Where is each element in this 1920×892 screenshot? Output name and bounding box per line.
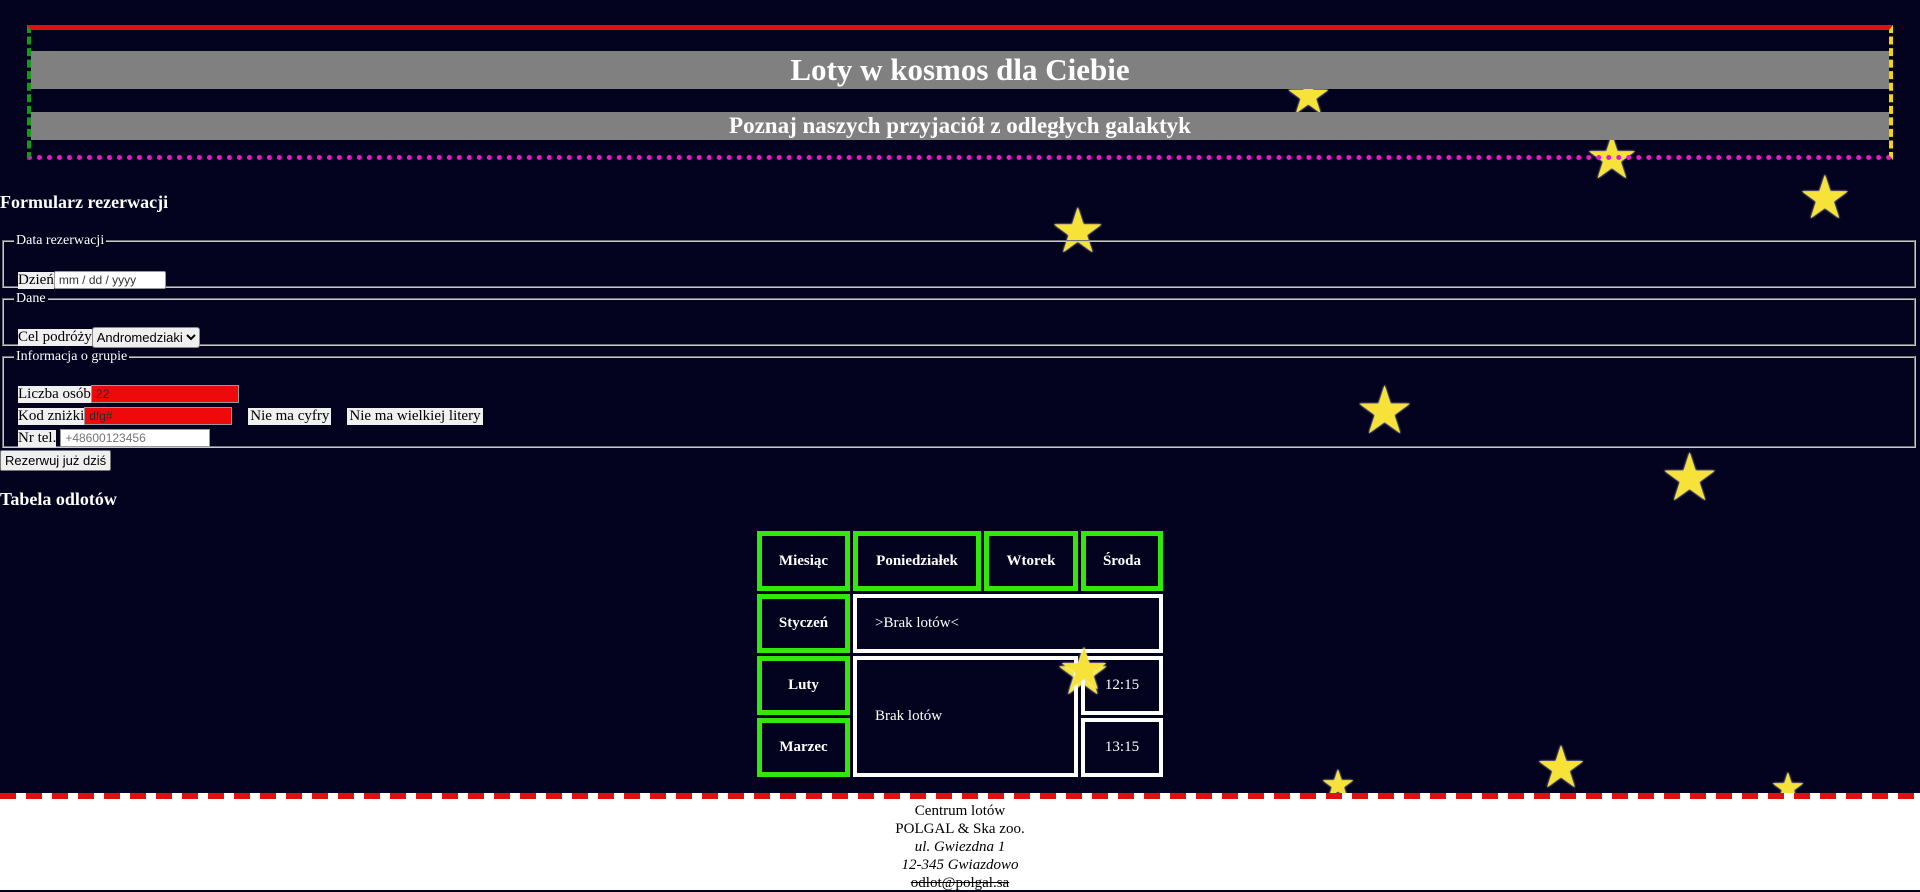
table-cell: Brak lotów xyxy=(853,656,1078,777)
footer-city: 12-345 Gwiazdowo xyxy=(901,857,1019,873)
footer-company-name: POLGAL & Ska zoo. xyxy=(895,821,1025,837)
fieldset-date-legend: Data rezerwacji xyxy=(16,233,105,248)
fieldset-group-legend: Informacja o grupie xyxy=(16,349,128,364)
star-icon: ★ xyxy=(1660,439,1720,516)
star-icon: ★ xyxy=(1535,733,1587,801)
destination-label: Cel podróży xyxy=(18,329,92,346)
phone-input[interactable] xyxy=(60,429,211,447)
people-input[interactable] xyxy=(90,385,239,403)
code-error-digit: Nie ma cyfry xyxy=(248,407,332,425)
table-header-tuesday: Wtorek xyxy=(984,531,1078,591)
page-subtitle: Poznaj naszych przyjaciół z odległych ga… xyxy=(31,112,1889,140)
table-row-month: Marzec xyxy=(757,718,850,777)
table-header-month: Miesiąc xyxy=(757,531,850,591)
fieldset-data-legend: Dane xyxy=(16,291,46,306)
footer-company: Centrum lotów xyxy=(914,803,1006,819)
star-icon: ★ xyxy=(1058,635,1110,703)
phone-label: Nr tel. xyxy=(18,429,57,447)
code-error-uppercase: Nie ma wielkiej litery xyxy=(347,407,483,425)
page-header: Loty w kosmos dla Ciebie Poznaj naszych … xyxy=(27,25,1893,160)
day-label: Dzień xyxy=(18,271,54,289)
table-cell: >Brak lotów< xyxy=(853,594,1163,653)
destination-select[interactable]: Andromedziaki xyxy=(91,327,200,348)
fieldset-date: Data rezerwacji Dzień mm / dd / yyyy xyxy=(2,233,1916,289)
reserve-button[interactable]: Rezerwuj już dziś xyxy=(0,450,112,471)
footer-street: ul. Gwiezdna 1 xyxy=(914,839,1006,855)
table-header-monday: Poniedziałek xyxy=(853,531,981,591)
table-cell-time: 13:15 xyxy=(1081,718,1163,777)
page-title: Loty w kosmos dla Ciebie xyxy=(31,51,1889,89)
star-icon: ★ xyxy=(1798,163,1852,233)
form-title: Formularz rezerwacji xyxy=(0,192,169,212)
departures-title: Tabela odlotów xyxy=(0,489,117,509)
discount-code-input[interactable] xyxy=(84,407,233,425)
fieldset-group: Informacja o grupie Liczba osób Kod zniż… xyxy=(2,349,1916,448)
page-footer: Centrum lotów POLGAL & Ska zoo. ul. Gwie… xyxy=(0,793,1920,892)
discount-code-label: Kod zniżki xyxy=(18,407,85,425)
table-row-month: Luty xyxy=(757,656,850,715)
footer-email[interactable]: odlot@polgal.sa xyxy=(0,874,1920,892)
people-label: Liczba osób xyxy=(18,385,91,403)
fieldset-data: Dane Cel podróży Andromedziaki xyxy=(2,291,1916,348)
table-row-month: Styczeń xyxy=(757,594,850,653)
table-header-wednesday: Środa xyxy=(1081,531,1163,591)
date-input[interactable]: mm / dd / yyyy xyxy=(53,271,166,289)
